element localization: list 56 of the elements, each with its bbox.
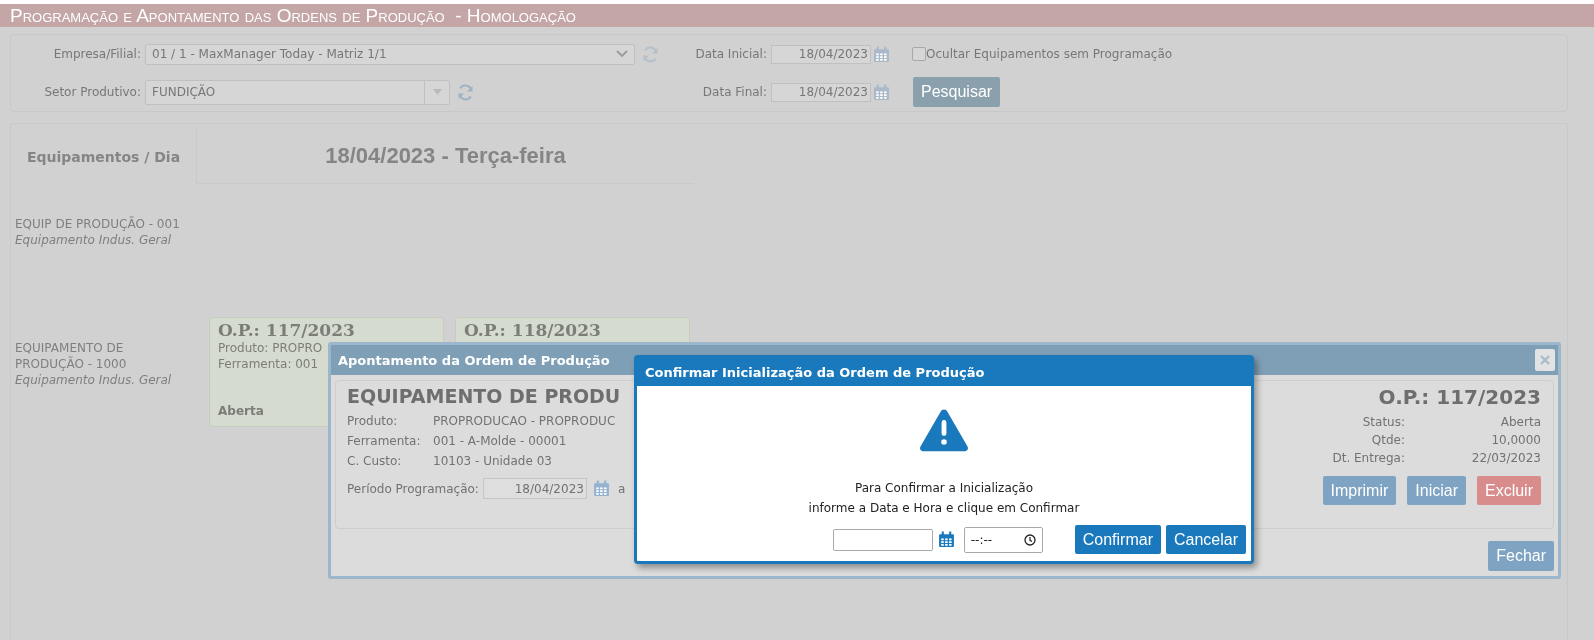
clock-icon — [1023, 533, 1036, 546]
calendar-icon[interactable] — [873, 45, 890, 63]
checkbox[interactable] — [912, 47, 926, 61]
calendar-icon[interactable] — [592, 480, 610, 497]
sector-select[interactable]: FUNDIÇÃO — [145, 79, 450, 105]
summary-value: Aberta — [1499, 414, 1541, 431]
search-button[interactable]: Pesquisar — [913, 77, 1001, 107]
close-dialog-button[interactable]: Fechar — [1488, 541, 1554, 571]
equipment-name: EQUIPAMENTO DE PRODUÇÃO - 1000 — [15, 340, 128, 372]
action-button[interactable]: Iniciar — [1407, 476, 1466, 505]
refresh-icon[interactable] — [457, 83, 474, 101]
date-field[interactable] — [832, 528, 933, 551]
message-text: informe a Data e Hora e clique em Confirmar — [808, 500, 1080, 517]
detail-value: 001 - A-Molde - 00001 — [433, 433, 568, 450]
field-label: Período Programação: — [347, 481, 479, 496]
detail-value: 10103 - Unidade 03 — [433, 453, 553, 470]
dialog-title: Confirmar Inicialização da Ordem de Produção — [637, 358, 1251, 386]
summary-value: 10,0000 — [1490, 432, 1541, 449]
time-field[interactable]: --:-- — [963, 526, 1043, 553]
date-field[interactable]: 18/04/2023 — [482, 478, 587, 499]
company-select[interactable]: 01 / 1 - MaxManager Today - Matriz 1/1 — [145, 43, 635, 65]
field-label: Empresa/Filial: — [53, 47, 141, 61]
message-text: Para Confirmar a Inicialização — [853, 480, 1035, 497]
refresh-icon[interactable] — [642, 45, 659, 63]
close-icon — [1540, 355, 1550, 365]
detail-label: Ferramenta: — [347, 433, 422, 450]
summary-value: 22/03/2023 — [1470, 450, 1541, 467]
range-separator: a — [617, 481, 626, 496]
action-button[interactable]: Imprimir — [1322, 476, 1397, 505]
dialog-button[interactable]: Confirmar — [1074, 525, 1161, 554]
field-label: Data Inicial: — [695, 47, 767, 61]
equipment-name: EQUIP DE PRODUÇÃO - 001 — [15, 216, 181, 232]
column-header: 18/04/2023 - Terça-feira — [197, 129, 694, 184]
summary-label: Status: — [1361, 414, 1405, 431]
caret-down-icon — [432, 89, 442, 95]
summary-label: Dt. Entrega: — [1332, 450, 1405, 467]
warning-icon — [919, 408, 969, 452]
date-field[interactable]: 18/04/2023 — [771, 44, 871, 64]
calendar-icon[interactable] — [873, 83, 890, 101]
detail-label: Produto: — [347, 413, 399, 430]
field-label: Data Final: — [702, 85, 767, 99]
page-title: Programação e Apontamento das Ordens de Produção - Homologação — [10, 4, 576, 27]
field-label: Setor Produtivo: — [44, 85, 141, 99]
checkbox-label: Ocultar Equipamentos sem Programação — [926, 47, 1173, 61]
equipment-type: Equipamento Indus. Geral — [15, 232, 173, 248]
summary-label: Qtde: — [1370, 432, 1405, 449]
dialog-button[interactable]: Cancelar — [1165, 525, 1246, 554]
calendar-icon[interactable] — [937, 531, 955, 548]
equipment-type: Equipamento Indus. Geral — [15, 372, 173, 388]
detail-label: C. Custo: — [347, 453, 403, 470]
column-header: Equipamentos / Dia — [11, 129, 197, 184]
close-button[interactable] — [1535, 349, 1555, 371]
action-button[interactable]: Excluir — [1477, 476, 1541, 505]
order-number: O.P.: 117/2023 — [1378, 385, 1541, 409]
chevron-down-icon — [616, 50, 628, 58]
date-field[interactable]: 18/04/2023 — [771, 82, 871, 102]
